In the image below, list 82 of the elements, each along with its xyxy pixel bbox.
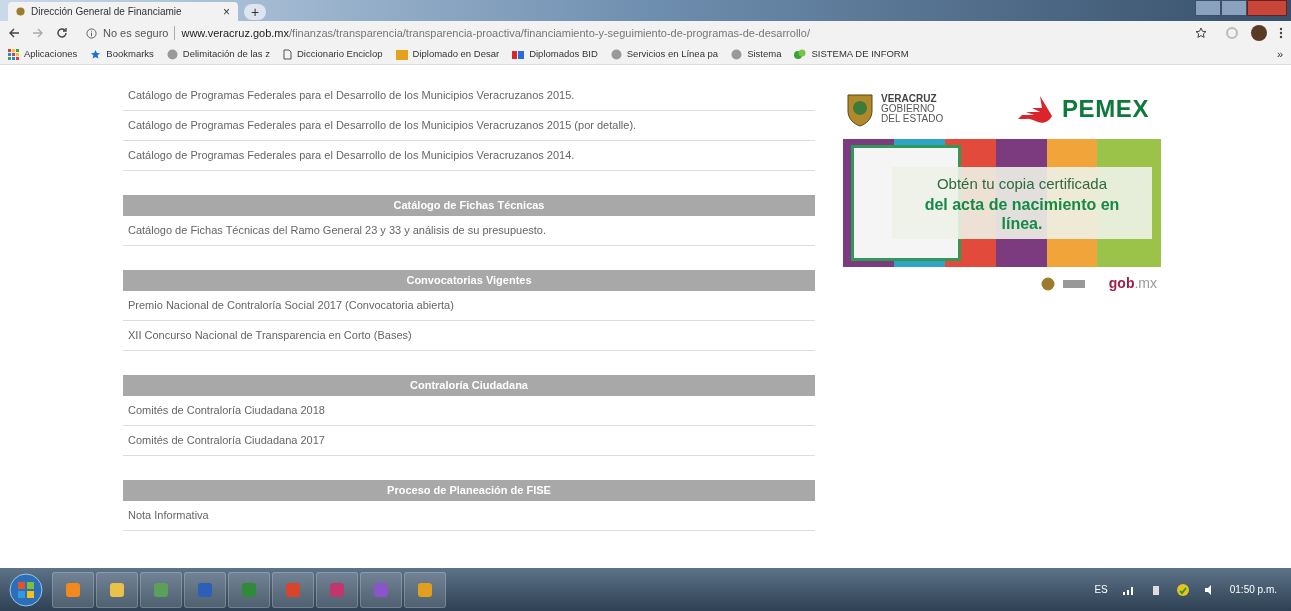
taskbar-app-button[interactable] <box>96 571 138 608</box>
start-button[interactable] <box>6 571 46 608</box>
taskbar-app-button[interactable] <box>316 571 358 608</box>
back-icon[interactable] <box>8 27 20 39</box>
taskbar-app-button[interactable] <box>272 571 314 608</box>
taskbar-app-button[interactable] <box>228 571 270 608</box>
bookmark-item[interactable]: Servicios en Línea pa <box>610 47 719 62</box>
document-link[interactable]: Catálogo de Programas Federales para el Desarrollo de los Municipios Veracruzanos 2015 (por detalle). <box>128 117 637 134</box>
section-header: Catálogo de Fichas Técnicas <box>123 195 815 216</box>
app-icon <box>197 581 213 598</box>
taskbar-app-button[interactable] <box>404 571 446 608</box>
close-button[interactable] <box>1247 0 1287 16</box>
bookmark-item[interactable]: Diplomado en Desar <box>395 47 500 62</box>
logo-text: GOBIERNO <box>881 104 936 114</box>
app-icon <box>373 581 389 598</box>
more-bookmarks[interactable]: » <box>1276 46 1283 63</box>
gob-mx-logo: gob.mx <box>1108 274 1157 293</box>
small-crest-icon <box>1040 276 1055 291</box>
app-icon <box>417 581 433 598</box>
bookmark-item[interactable]: Diccionario Enciclop <box>283 47 383 62</box>
coat-of-arms-icon <box>845 91 875 127</box>
language-indicator[interactable]: ES <box>1094 582 1108 597</box>
new-tab-button[interactable]: + <box>244 4 266 20</box>
globe-icon <box>166 49 178 60</box>
globe-icon <box>610 49 622 60</box>
app-icon <box>285 581 301 598</box>
bookmark-item[interactable]: SISTEMA DE INFORM <box>794 47 909 62</box>
bookmark-item[interactable]: Diplomados BID <box>512 47 598 62</box>
pemex-logo-text: PEMEX <box>1061 94 1149 124</box>
clock[interactable]: 01:50 p.m. <box>1229 582 1277 597</box>
app-icon <box>329 581 345 598</box>
page-icon <box>283 49 292 60</box>
bookmark-item[interactable]: Delimitación de las z <box>166 47 270 62</box>
banner-heading: Obtén tu copia certificada <box>936 173 1108 194</box>
star-icon <box>90 49 102 60</box>
taskbar-app-button[interactable] <box>52 571 94 608</box>
taskbar-app-button[interactable] <box>184 571 226 608</box>
banner-subheading: del acta de nacimiento en línea. <box>923 195 1121 234</box>
signal-icon[interactable] <box>1121 584 1136 595</box>
document-link[interactable]: Nota Informativa <box>128 507 209 524</box>
tn-logo-icon <box>395 49 408 60</box>
document-link[interactable]: Comités de Contraloría Ciudadana 2018 <box>128 402 325 419</box>
star-icon[interactable] <box>1195 27 1207 39</box>
apps-grid-icon <box>8 49 19 60</box>
app-icon <box>109 581 125 598</box>
section-header: Contraloría Ciudadana <box>123 375 815 396</box>
edx-logo-icon <box>512 50 525 59</box>
bookmark-item[interactable]: Aplicaciones <box>8 47 78 62</box>
section-header: Convocatorias Vigentes <box>123 270 815 291</box>
globe-icon <box>731 49 743 60</box>
document-link[interactable]: Catálogo de Programas Federales para el Desarrollo de los Municipios Veracruzanos 2014. <box>128 147 575 164</box>
bookmark-item[interactable]: Bookmarks <box>90 47 154 62</box>
browser-tab[interactable]: Dirección General de Financiamie × <box>8 2 238 21</box>
document-link[interactable]: XII Concurso Nacional de Transparencia en Corto (Bases) <box>128 327 412 344</box>
app-icon <box>65 581 81 598</box>
state-wordmark <box>1062 279 1085 288</box>
document-link[interactable]: Premio Nacional de Contraloría Social 2017 (Convocatoria abierta) <box>128 297 454 314</box>
crest-icon <box>16 7 25 16</box>
document-link[interactable]: Catálogo de Fichas Técnicas del Ramo General 23 y 33 y análisis de su presupuesto. <box>128 222 547 239</box>
logo-text: DEL ESTADO <box>881 114 944 124</box>
logo-text: VERACRUZ <box>881 94 938 104</box>
maximize-button[interactable] <box>1221 0 1247 16</box>
app-icon <box>241 581 257 598</box>
taskbar-app-button[interactable] <box>140 571 182 608</box>
security-label: No es seguro <box>103 25 169 41</box>
close-tab-button[interactable]: × <box>223 5 230 18</box>
avatar-icon[interactable] <box>1251 25 1267 41</box>
info-icon <box>86 27 97 39</box>
document-link[interactable]: Catálogo de Programas Federales para el Desarrollo de los Municipios Veracruzanos 2015. <box>128 87 575 104</box>
minimize-button[interactable] <box>1195 0 1221 16</box>
reload-icon[interactable] <box>56 27 68 39</box>
sync-icon[interactable] <box>1175 582 1190 597</box>
menu-icon[interactable] <box>1279 27 1283 39</box>
section-header: Proceso de Planeación de FISE <box>123 480 815 501</box>
taskbar-app-button[interactable] <box>360 571 402 608</box>
tab-title: Dirección General de Financiamie <box>31 5 183 19</box>
url-text: www.veracruz.gob.mx/finanzas/transparencia/transparencia-proactiva/financiamiento-y-seguimiento-de-programas-de-desarrollo/ <box>181 25 810 41</box>
forward-icon[interactable] <box>32 27 44 39</box>
bookmark-item[interactable]: Sistema <box>731 47 782 62</box>
app-icon <box>153 581 169 598</box>
people-icon <box>794 49 807 60</box>
document-link[interactable]: Comités de Contraloría Ciudadana 2017 <box>128 432 325 449</box>
